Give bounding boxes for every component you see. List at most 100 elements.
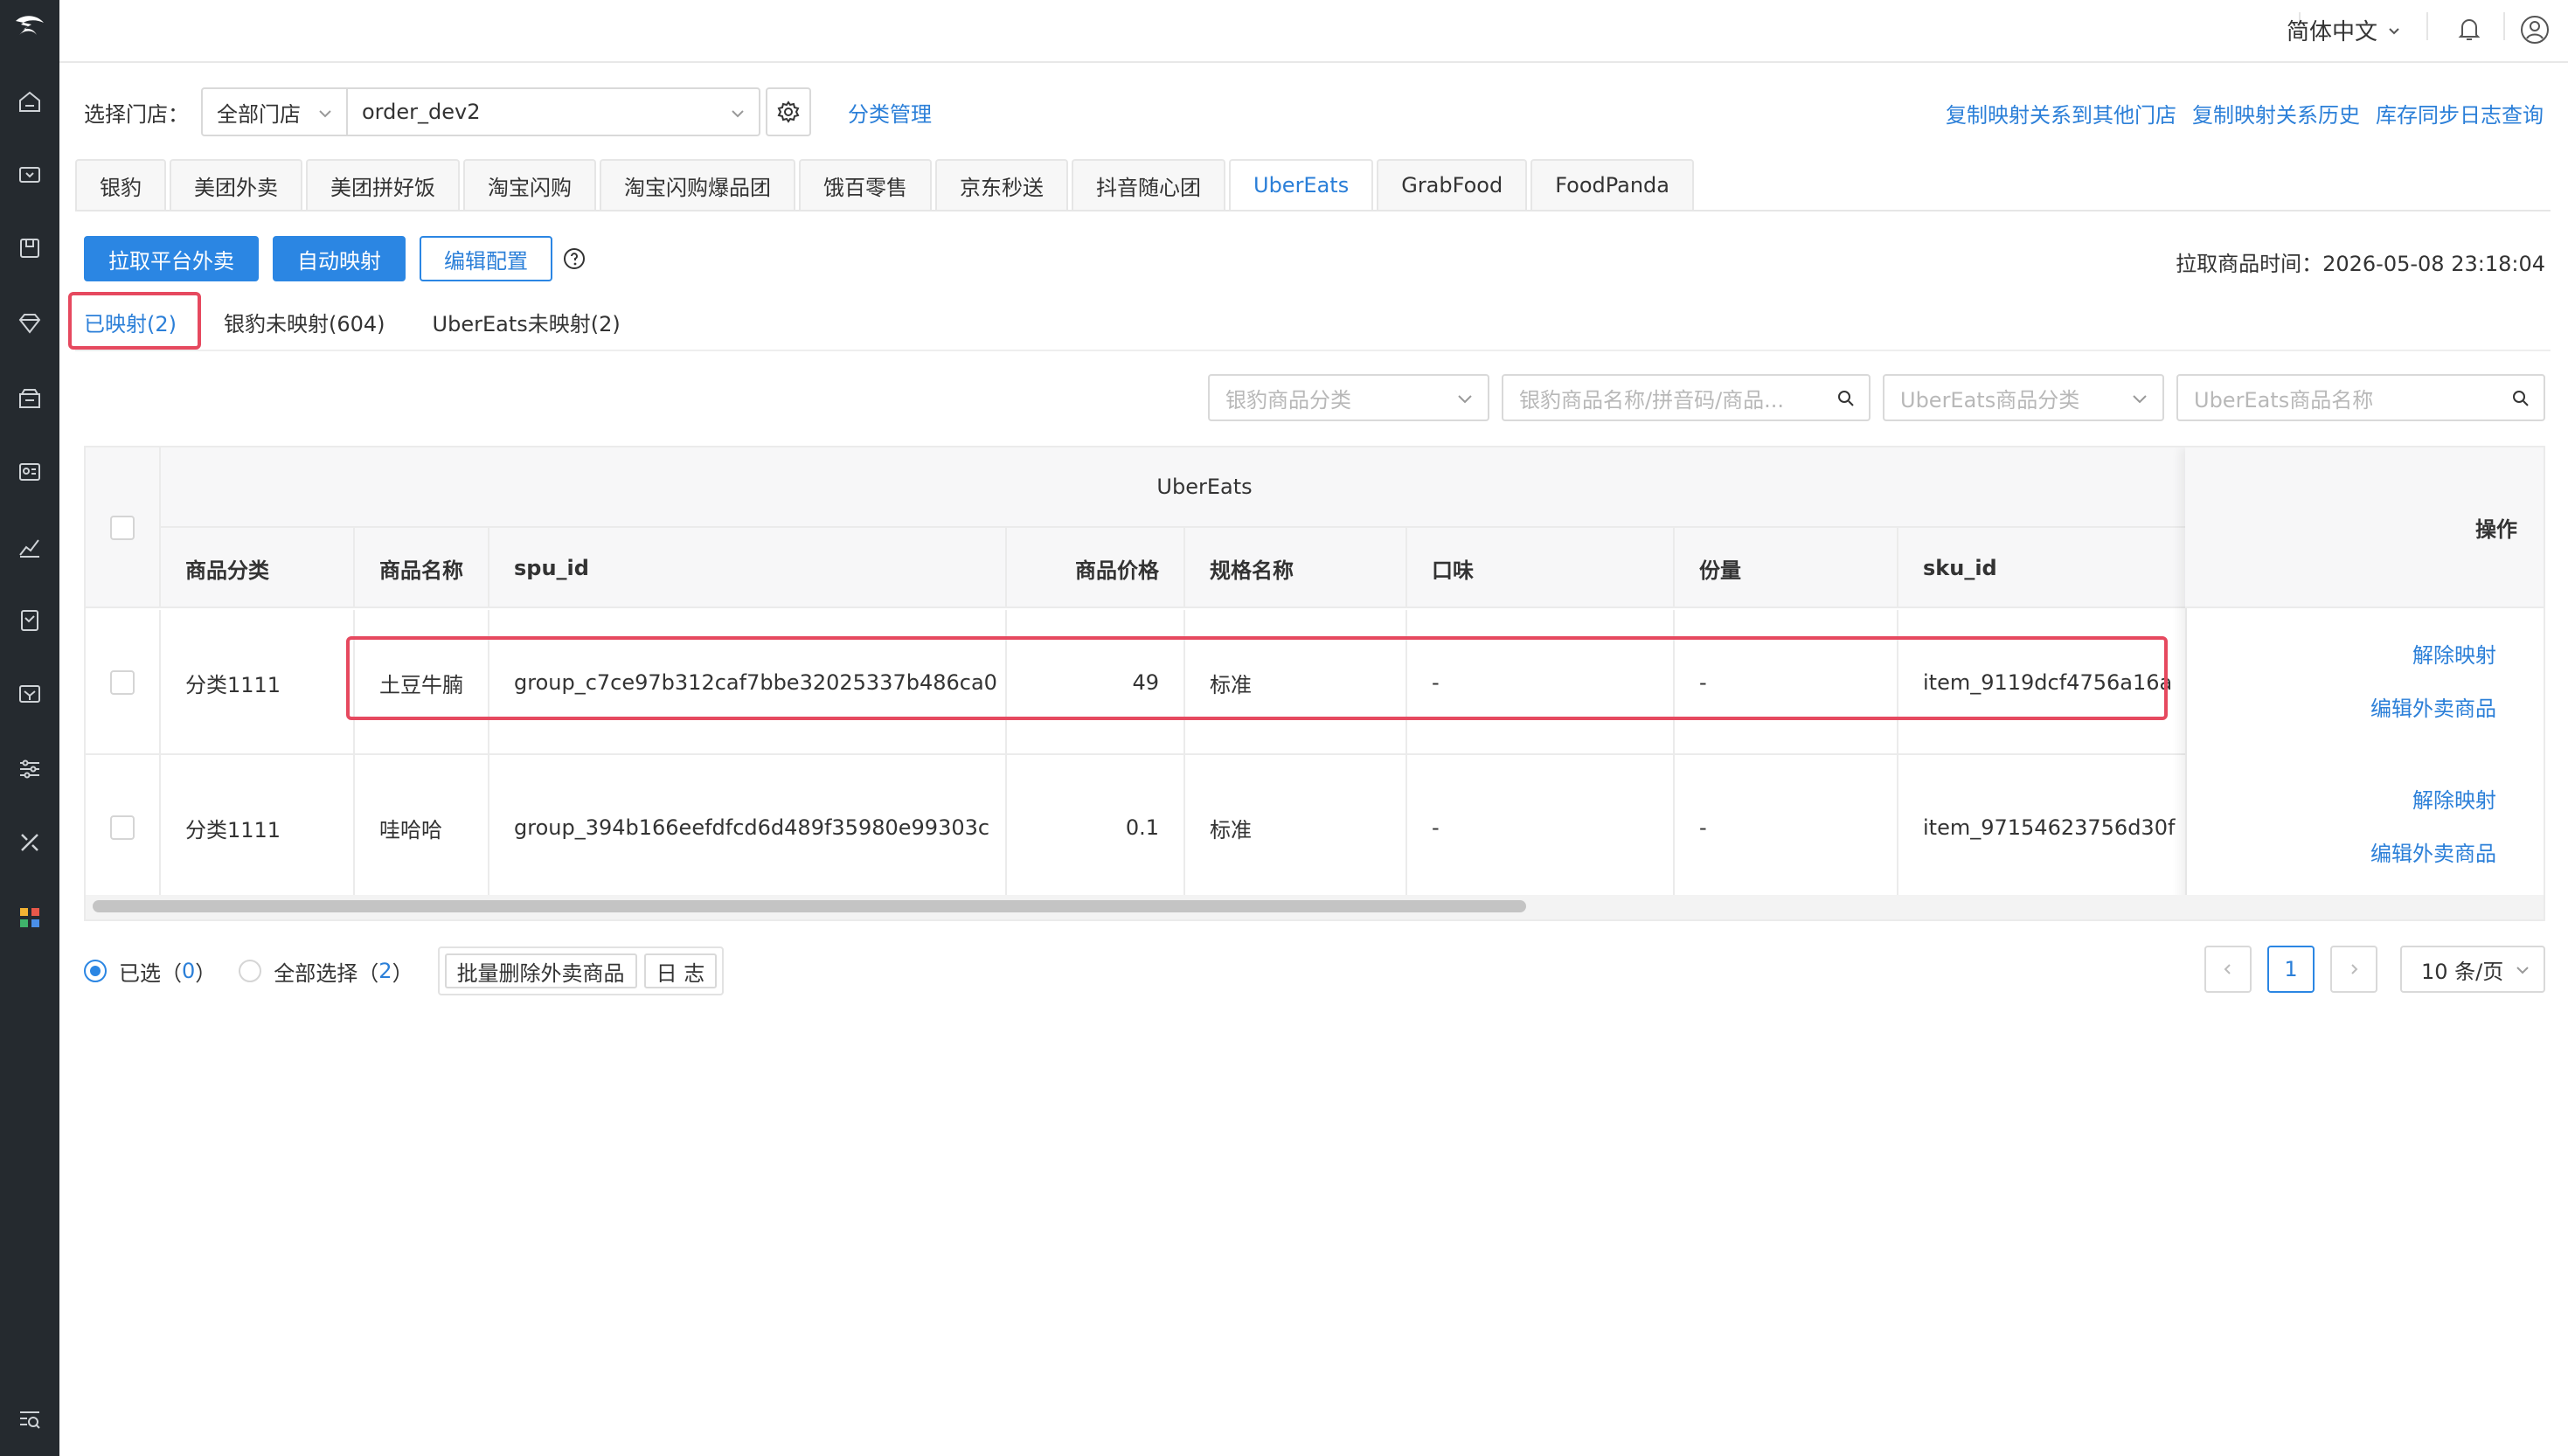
select-all-close: ） <box>392 960 413 986</box>
chevron-down-icon <box>2516 967 2529 974</box>
subtab-ubereats-unmapped[interactable]: UberEats未映射(2) <box>424 294 629 350</box>
horizontal-scrollbar[interactable] <box>86 895 2544 919</box>
tab-jd-miaosong[interactable]: 京东秒送 <box>935 159 1068 211</box>
edit-takeout-product-link[interactable]: 编辑外卖商品 <box>2370 691 2496 722</box>
auto-map-button[interactable]: 自动映射 <box>273 236 406 281</box>
unmap-link[interactable]: 解除映射 <box>2412 783 2496 814</box>
tab-grabfood[interactable]: GrabFood <box>1377 159 1528 211</box>
page-size-select[interactable]: 10 条/页 <box>2400 946 2545 993</box>
pagination: 1 10 条/页 <box>2204 946 2545 993</box>
col-price: 商品价格 <box>1005 528 1183 608</box>
store-scope-select[interactable]: 全部门店 <box>201 87 348 136</box>
edit-config-button[interactable]: 编辑配置 <box>420 236 552 281</box>
tab-meituan[interactable]: 美团外卖 <box>170 159 302 211</box>
app-logo[interactable] <box>10 9 49 47</box>
copy-mapping-history-link[interactable]: 复制映射关系历史 <box>2192 98 2360 128</box>
store-select-value: order_dev2 <box>362 100 481 124</box>
prev-page-button[interactable] <box>2204 946 2252 993</box>
operations-column: 操作 解除映射 编辑外卖商品 解除映射 编辑外卖商品 <box>2185 447 2544 919</box>
selected-count: 0 <box>182 959 196 983</box>
tab-douyin[interactable]: 抖音随心团 <box>1072 159 1225 211</box>
settings-sliders-icon[interactable] <box>12 752 47 787</box>
fetch-platform-button[interactable]: 拉取平台外卖 <box>84 236 259 281</box>
chevron-down-icon <box>2389 27 2399 34</box>
next-page-button[interactable] <box>2330 946 2377 993</box>
store-icon[interactable] <box>12 381 47 416</box>
batch-delete-button[interactable]: 批量删除外卖商品 <box>444 953 637 988</box>
selected-radio[interactable] <box>84 960 107 982</box>
cell-category: 分类1111 <box>159 755 353 900</box>
batch-actions: 批量删除外卖商品 日 志 <box>437 946 725 995</box>
user-avatar-icon[interactable] <box>2519 14 2551 45</box>
copy-mapping-link[interactable]: 复制映射关系到其他门店 <box>1946 98 2176 128</box>
language-selector[interactable]: 简体中文 <box>2287 14 2402 46</box>
diamond-icon[interactable] <box>12 306 47 341</box>
tab-taobao-shangou[interactable]: 淘宝闪购 <box>463 159 596 211</box>
tab-ubereats[interactable]: UberEats <box>1229 159 1374 211</box>
finance-icon[interactable] <box>12 676 47 711</box>
yinbao-category-select[interactable]: 银豹商品分类 <box>1208 374 1489 421</box>
fetch-time: 拉取商品时间：2026-05-08 23:18:04 <box>2176 252 2545 276</box>
divider <box>2503 12 2505 40</box>
log-button[interactable]: 日 志 <box>643 953 718 988</box>
stock-sync-log-link[interactable]: 库存同步日志查询 <box>2376 98 2544 128</box>
select-all-checkbox[interactable] <box>110 516 135 540</box>
report-chart-icon[interactable] <box>12 530 47 565</box>
home-icon[interactable] <box>12 84 47 119</box>
subtab-yinbao-unmapped[interactable]: 银豹未映射(604) <box>215 294 394 350</box>
language-label: 简体中文 <box>2286 19 2377 45</box>
tab-taobao-baopintuan[interactable]: 淘宝闪购爆品团 <box>600 159 795 211</box>
row-checkbox-cell <box>86 610 159 755</box>
gear-icon <box>777 101 800 123</box>
select-all-count: 2 <box>378 959 392 983</box>
tab-meituan-pinhaofan[interactable]: 美团拼好饭 <box>306 159 460 211</box>
unmap-link[interactable]: 解除映射 <box>2412 638 2496 669</box>
apps-grid-icon[interactable] <box>12 900 47 935</box>
select-all-label: 全部选择（ <box>274 960 379 986</box>
row-operations: 解除映射 编辑外卖商品 <box>2370 638 2496 722</box>
search-icon <box>1838 391 1854 406</box>
store-select[interactable]: order_dev2 <box>346 87 760 136</box>
table-header: UberEats 商品分类 商品名称 spu_id 商品价格 规格名称 口味 份… <box>86 447 2544 608</box>
ubereats-name-placeholder: UberEats商品名称 <box>2194 387 2374 413</box>
search-menu-icon[interactable] <box>12 1402 47 1437</box>
product-icon[interactable] <box>12 231 47 266</box>
tab-yinbao[interactable]: 银豹 <box>75 159 166 211</box>
store-selector-row: 选择门店： 全部门店 order_dev2 分类管理 <box>84 87 932 136</box>
tab-foodpanda[interactable]: FoodPanda <box>1530 159 1694 211</box>
chevron-right-icon <box>2351 964 2358 974</box>
col-spu-id: spu_id <box>488 528 1005 608</box>
tools-icon[interactable] <box>12 825 47 860</box>
row-checkbox[interactable] <box>110 670 135 695</box>
col-portion: 份量 <box>1673 528 1897 608</box>
ubereats-category-select[interactable]: UberEats商品分类 <box>1883 374 2164 421</box>
member-card-icon[interactable] <box>12 454 47 489</box>
top-bar: 简体中文 <box>59 0 2568 63</box>
chevron-left-icon <box>2224 964 2231 974</box>
selection-bar: 已选（ 0 ） 全部选择（ 2 ） 批量删除外卖商品 日 志 <box>84 946 725 995</box>
document-icon[interactable] <box>12 603 47 638</box>
page-number[interactable]: 1 <box>2267 946 2315 993</box>
select-all-radio[interactable] <box>239 960 262 982</box>
action-bar: 拉取平台外卖 自动映射 编辑配置 <box>84 236 586 281</box>
col-name: 商品名称 <box>353 528 488 608</box>
row-operations: 解除映射 编辑外卖商品 <box>2370 783 2496 867</box>
edit-takeout-product-link[interactable]: 编辑外卖商品 <box>2370 836 2496 867</box>
row-checkbox[interactable] <box>110 815 135 840</box>
row-checkbox-cell <box>86 755 159 900</box>
yinbao-search-input[interactable]: 银豹商品名称/拼音码/商品... <box>1502 374 1870 421</box>
store-label: 选择门店： <box>84 101 189 127</box>
cell-sku-id: item_97154623756d30f <box>1897 755 2189 900</box>
cell-category: 分类1111 <box>159 610 353 755</box>
help-icon[interactable] <box>563 247 586 270</box>
scrollbar-thumb[interactable] <box>93 900 1526 912</box>
store-settings-button[interactable] <box>766 87 811 136</box>
tab-ebai[interactable]: 饿百零售 <box>799 159 932 211</box>
subtabs-divider <box>75 350 2551 351</box>
cell-name: 哇哈哈 <box>353 755 488 900</box>
yinbao-search-placeholder: 银豹商品名称/拼音码/商品... <box>1519 387 1785 413</box>
bell-icon[interactable] <box>2454 14 2484 44</box>
category-manage-link[interactable]: 分类管理 <box>848 97 932 128</box>
ubereats-name-input[interactable]: UberEats商品名称 <box>2176 374 2545 421</box>
cashier-icon[interactable] <box>12 157 47 192</box>
